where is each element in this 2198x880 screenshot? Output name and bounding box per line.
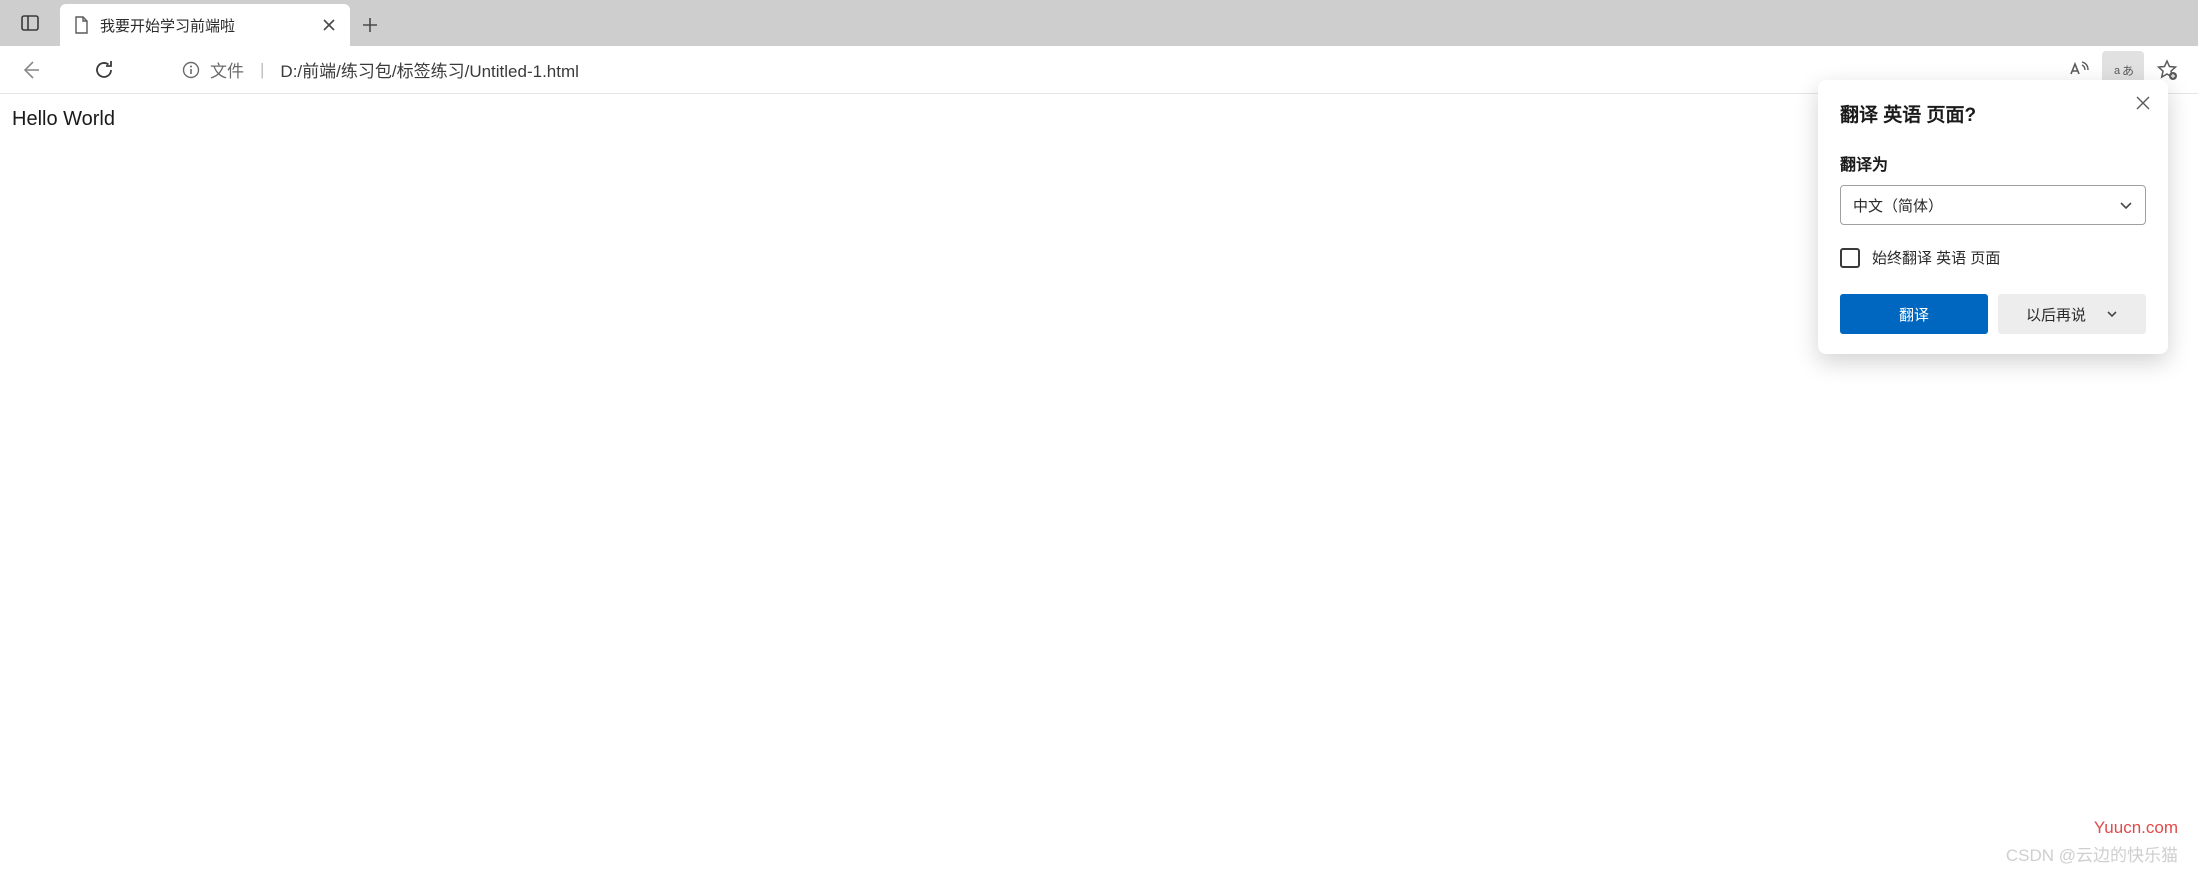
page-text: Hello World	[12, 108, 115, 130]
back-button[interactable]	[10, 50, 50, 90]
tab-close-button[interactable]	[320, 16, 338, 34]
translate-to-label: 翻译为	[1840, 151, 2146, 175]
always-translate-row[interactable]: 始终翻译 英语 页面	[1840, 247, 2146, 268]
always-translate-label: 始终翻译 英语 页面	[1872, 247, 2000, 268]
close-icon	[323, 19, 335, 31]
browser-tab[interactable]: 我要开始学习前端啦	[60, 4, 350, 46]
tab-strip: 我要开始学习前端啦	[0, 0, 2198, 46]
address-bar[interactable]: 文件 | D:/前端/练习包/标签练习/Untitled-1.html	[170, 52, 2022, 88]
address-path: D:/前端/练习包/标签练习/Untitled-1.html	[280, 57, 579, 82]
translate-later-button[interactable]: 以后再说	[1998, 294, 2146, 334]
tab-actions-button[interactable]	[0, 0, 60, 46]
popup-close-button[interactable]	[2130, 90, 2156, 116]
address-separator: |	[260, 60, 264, 80]
plus-icon	[362, 17, 378, 33]
translate-icon: a あ	[2112, 59, 2134, 81]
translate-confirm-button[interactable]: 翻译	[1840, 294, 1988, 334]
translate-popup: 翻译 英语 页面? 翻译为 中文（简体） 始终翻译 英语 页面 翻译 以后再说	[1818, 80, 2168, 354]
text-size-icon	[2068, 59, 2090, 81]
watermark-csdn: CSDN @云边的快乐猫	[2006, 841, 2178, 866]
star-icon	[2156, 59, 2178, 81]
translate-button-label: 翻译	[1899, 304, 1929, 325]
arrow-left-icon	[19, 59, 41, 81]
refresh-button[interactable]	[84, 50, 124, 90]
chevron-down-icon	[2106, 308, 2118, 320]
language-select[interactable]: 中文（简体）	[1840, 185, 2146, 225]
refresh-icon	[93, 59, 115, 81]
tab-title: 我要开始学习前端啦	[100, 15, 310, 36]
popup-button-row: 翻译 以后再说	[1840, 294, 2146, 334]
always-translate-checkbox[interactable]	[1840, 248, 1860, 268]
info-icon	[182, 61, 200, 79]
panel-icon	[20, 13, 40, 33]
chevron-down-icon	[2119, 198, 2133, 212]
popup-title: 翻译 英语 页面?	[1840, 100, 2146, 127]
svg-text:a: a	[2114, 65, 2121, 77]
later-button-label: 以后再说	[2026, 304, 2086, 325]
watermark-site: Yuucn.com	[2094, 818, 2178, 838]
address-scheme: 文件	[210, 57, 244, 82]
close-icon	[2136, 96, 2150, 110]
svg-text:あ: あ	[2122, 64, 2134, 78]
selected-language: 中文（简体）	[1853, 195, 1943, 216]
file-icon	[72, 16, 90, 34]
new-tab-button[interactable]	[350, 4, 390, 46]
site-info-button[interactable]	[182, 61, 200, 79]
